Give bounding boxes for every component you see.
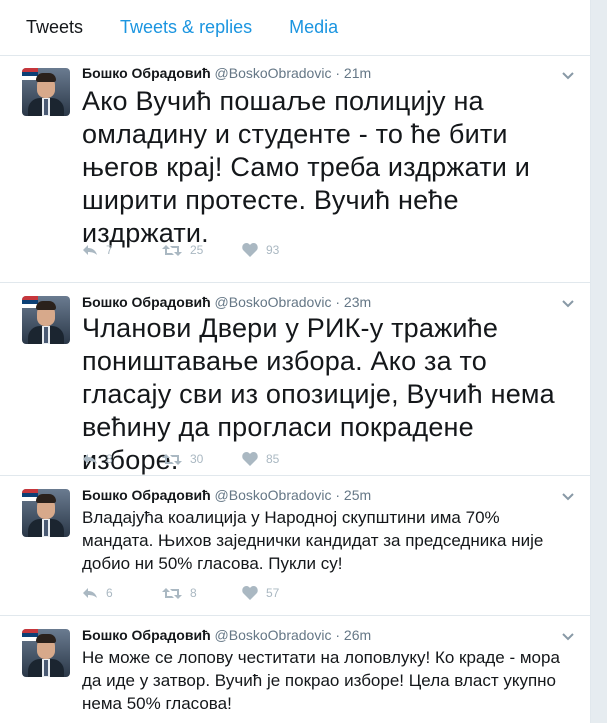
separator: · — [335, 294, 341, 310]
retweet-button[interactable]: 8 — [162, 586, 242, 600]
avatar[interactable] — [22, 489, 70, 537]
separator: · — [335, 627, 341, 643]
reply-count: 7 — [106, 243, 113, 257]
avatar[interactable] — [22, 68, 70, 116]
heart-icon — [242, 452, 258, 466]
tweet-actions: 6 8 57 — [82, 586, 570, 600]
tweet-header: Бошко Обрадовић @BoskoObradovic · 23m — [82, 294, 570, 310]
chevron-down-icon[interactable] — [562, 72, 574, 80]
reply-icon — [83, 245, 97, 255]
avatar[interactable] — [22, 296, 70, 344]
timestamp[interactable]: 26m — [344, 627, 371, 643]
author-handle[interactable]: @BoskoObradovic — [215, 487, 332, 503]
tab-tweets-replies[interactable]: Tweets & replies — [120, 17, 252, 38]
reply-icon — [83, 588, 97, 598]
tweet-actions: 8 30 85 — [82, 452, 570, 466]
author-name[interactable]: Бошко Обрадовић — [82, 627, 211, 643]
timeline: Tweets Tweets & replies Media Бошко Обра… — [0, 0, 591, 723]
reply-button[interactable]: 8 — [82, 452, 162, 466]
timestamp[interactable]: 25m — [344, 487, 371, 503]
chevron-down-icon[interactable] — [562, 300, 574, 308]
tweet-text: Не може се лопову честитати на лоповлуку… — [82, 648, 560, 713]
retweet-count: 25 — [190, 243, 204, 257]
timestamp[interactable]: 23m — [344, 294, 371, 310]
reply-count: 6 — [106, 586, 113, 600]
tab-tweets[interactable]: Tweets — [26, 17, 83, 38]
tab-media[interactable]: Media — [289, 17, 338, 38]
author-handle[interactable]: @BoskoObradovic — [215, 294, 332, 310]
like-count: 85 — [266, 452, 280, 466]
author-name[interactable]: Бошко Обрадовић — [82, 65, 211, 81]
tweet[interactable]: Бошко Обрадовић @BoskoObradovic · 26m Не… — [0, 616, 590, 723]
author-handle[interactable]: @BoskoObradovic — [215, 627, 332, 643]
reply-count: 8 — [106, 452, 113, 466]
retweet-count: 30 — [190, 452, 204, 466]
tweet-text: Ако Вучић пошаље полицију на омладину и … — [82, 86, 531, 248]
retweet-icon — [162, 587, 182, 599]
tweet-header: Бошко Обрадовић @BoskoObradovic · 25m — [82, 487, 570, 503]
tweet-text: Владајућа коалиција у Народној скупштини… — [82, 508, 544, 573]
tweet-header: Бошко Обрадовић @BoskoObradovic · 21m — [82, 65, 570, 81]
like-count: 93 — [266, 243, 280, 257]
author-handle[interactable]: @BoskoObradovic — [215, 65, 332, 81]
author-name[interactable]: Бошко Обрадовић — [82, 487, 211, 503]
retweet-icon — [162, 244, 182, 256]
chevron-down-icon[interactable] — [562, 633, 574, 641]
tweet-header: Бошко Обрадовић @BoskoObradovic · 26m — [82, 627, 570, 643]
tweet[interactable]: Бошко Обрадовић @BoskoObradovic · 21m Ак… — [0, 56, 590, 283]
separator: · — [335, 65, 341, 81]
tweet[interactable]: Бошко Обрадовић @BoskoObradovic · 23m Чл… — [0, 283, 590, 476]
separator: · — [335, 487, 341, 503]
like-button[interactable]: 93 — [242, 243, 322, 257]
retweet-button[interactable]: 30 — [162, 452, 242, 466]
like-button[interactable]: 57 — [242, 586, 322, 600]
reply-icon — [83, 454, 97, 464]
retweet-button[interactable]: 25 — [162, 243, 242, 257]
reply-button[interactable]: 6 — [82, 586, 162, 600]
tweet-text: Чланови Двери у РИК-у тражиће поништавањ… — [82, 313, 555, 475]
avatar[interactable] — [22, 629, 70, 677]
tweet-actions: 7 25 93 — [82, 243, 570, 257]
timestamp[interactable]: 21m — [344, 65, 371, 81]
heart-icon — [242, 243, 258, 257]
retweet-count: 8 — [190, 586, 197, 600]
like-count: 57 — [266, 586, 280, 600]
chevron-down-icon[interactable] — [562, 493, 574, 501]
author-name[interactable]: Бошко Обрадовић — [82, 294, 211, 310]
heart-icon — [242, 586, 258, 600]
reply-button[interactable]: 7 — [82, 243, 162, 257]
retweet-icon — [162, 453, 182, 465]
profile-tabs: Tweets Tweets & replies Media — [0, 0, 590, 56]
like-button[interactable]: 85 — [242, 452, 322, 466]
tweet[interactable]: Бошко Обрадовић @BoskoObradovic · 25m Вл… — [0, 476, 590, 616]
